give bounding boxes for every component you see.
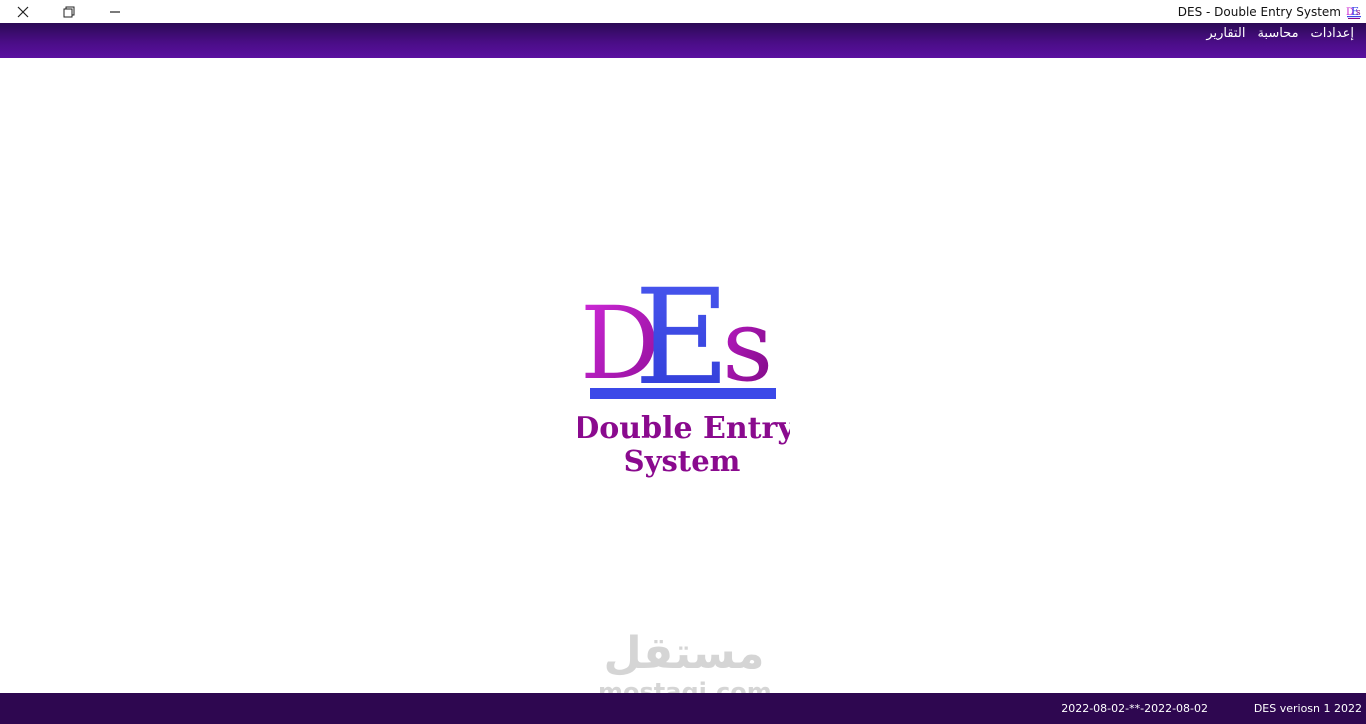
window-controls — [0, 0, 138, 23]
menu-item-accounting[interactable]: محاسبة — [1251, 25, 1304, 42]
window-title: DES - Double Entry System — [1177, 4, 1341, 19]
logo-underline-bar — [590, 388, 776, 399]
menu-item-reports[interactable]: التقارير — [1200, 25, 1251, 42]
status-date-range: 2022-08-02-**-2022-08-02 — [1061, 702, 1208, 715]
minimize-button[interactable] — [92, 0, 138, 23]
window-title-area: DES - Double Entry System D E s — [1178, 0, 1362, 23]
close-icon — [17, 6, 29, 17]
minimize-icon — [110, 10, 120, 13]
restore-button[interactable] — [46, 0, 92, 23]
logo-line-1: Double Entry — [578, 411, 790, 446]
close-button[interactable] — [0, 0, 46, 23]
status-version: DES veriosn 1 2022 — [1253, 702, 1362, 715]
title-bar: DES - Double Entry System D E s — [0, 0, 1366, 23]
menu-bar: إعدادات محاسبة التقارير — [0, 23, 1366, 58]
watermark-arabic: مستقل — [603, 628, 765, 679]
menu-item-settings[interactable]: إعدادات — [1305, 25, 1360, 42]
app-logo-icon: D E s — [1346, 5, 1361, 19]
logo-line-2: System — [624, 444, 741, 478]
logo-letter-s: s — [722, 287, 773, 404]
des-logo: D E s Double Entry System — [578, 268, 790, 478]
status-bar: 2022-08-02-**-2022-08-02 DES veriosn 1 2… — [0, 693, 1366, 724]
restore-icon — [63, 6, 75, 17]
